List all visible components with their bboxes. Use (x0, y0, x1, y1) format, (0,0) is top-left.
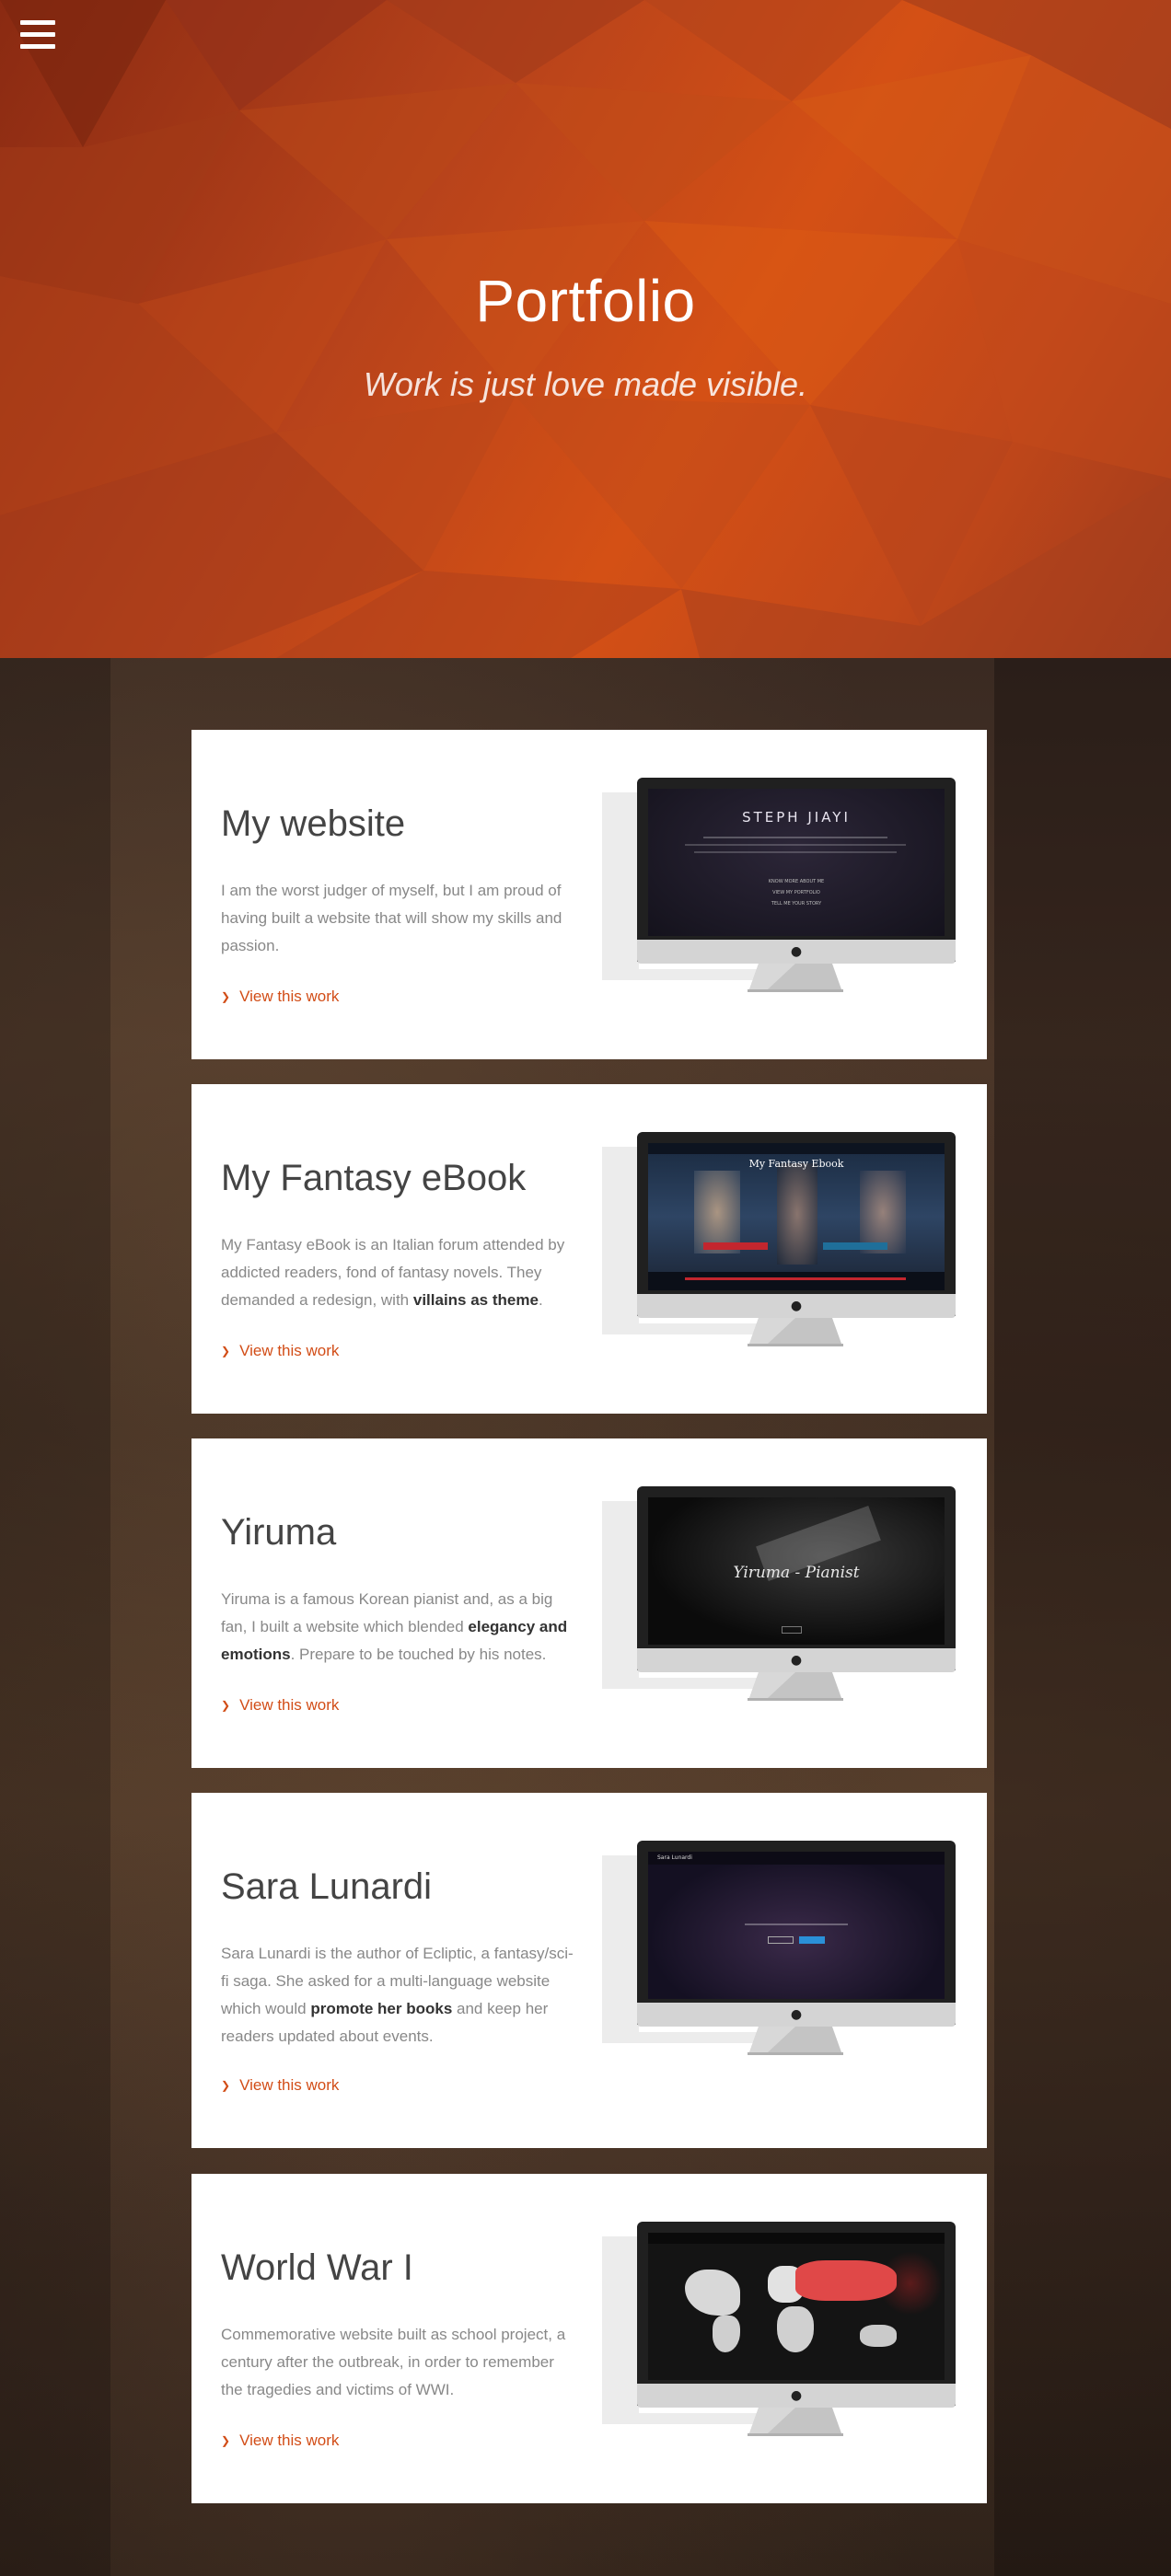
work-card-my-website: My website I am the worst judger of myse… (191, 730, 987, 1059)
view-work-link[interactable]: ❯ View this work (221, 2432, 339, 2450)
view-work-link[interactable]: ❯ View this work (221, 1696, 339, 1715)
work-card-my-fantasy-ebook: My Fantasy eBook My Fantasy eBook is an … (191, 1084, 987, 1414)
screen-heading: Sara Lunardi (657, 1854, 692, 1861)
screen-heading: My Fantasy Ebook (748, 1158, 844, 1170)
view-work-label: View this work (239, 2432, 340, 2449)
view-work-label: View this work (239, 1696, 340, 1714)
imac-mockup: STEPH JIAYI KNOW MORE ABOUT ME VIEW MY P… (602, 778, 956, 1000)
imac-mockup: Sara Lunardi ● (602, 1841, 956, 2063)
screen-item: VIEW MY PORTFOLIO (772, 890, 820, 895)
screen-preview: STEPH JIAYI KNOW MORE ABOUT ME VIEW MY P… (648, 789, 945, 936)
work-title: Sara Lunardi (221, 1866, 433, 1907)
apple-logo-icon: ● (790, 1299, 803, 1313)
apple-logo-icon: ● (790, 1653, 803, 1668)
imac-mockup: Yiruma - Pianist ● (602, 1486, 956, 1709)
work-card-sara-lunardi: Sara Lunardi Sara Lunardi is the author … (191, 1793, 987, 2148)
view-work-link[interactable]: ❯ View this work (221, 1342, 339, 1360)
page-title: Portfolio (475, 268, 696, 334)
work-title: My Fantasy eBook (221, 1158, 527, 1198)
screen-preview: My Fantasy Ebook (648, 1143, 945, 1290)
view-work-label: View this work (239, 1342, 340, 1359)
chevron-right-icon: ❯ (221, 990, 231, 1003)
work-description: Sara Lunardi is the author of Ecliptic, … (221, 1945, 574, 2045)
work-description: Yiruma is a famous Korean pianist and, a… (221, 1590, 568, 1663)
imac-mockup: My Fantasy Ebook ● (602, 1132, 956, 1355)
screen-item: KNOW MORE ABOUT ME (768, 879, 825, 884)
hamburger-icon[interactable] (20, 20, 55, 50)
screen-preview: Yiruma - Pianist (648, 1497, 945, 1645)
screen-preview (648, 2233, 945, 2380)
apple-logo-icon: ● (790, 2007, 803, 2022)
screen-heading: STEPH JIAYI (742, 809, 851, 826)
chevron-right-icon: ❯ (221, 1345, 231, 1357)
apple-logo-icon: ● (790, 2388, 803, 2403)
hero-section: Portfolio Work is just love made visible… (0, 0, 1171, 658)
work-description: Commemorative website built as school pr… (221, 2326, 566, 2398)
chevron-right-icon: ❯ (221, 2079, 231, 2092)
work-description: I am the worst judger of myself, but I a… (221, 882, 562, 954)
view-work-label: View this work (239, 988, 340, 1005)
work-title: My website (221, 803, 406, 844)
page-subtitle: Work is just love made visible. (363, 365, 808, 403)
work-title: Yiruma (221, 1512, 337, 1553)
screen-preview: Sara Lunardi (648, 1852, 945, 1999)
view-work-link[interactable]: ❯ View this work (221, 988, 339, 1006)
view-work-label: View this work (239, 2076, 340, 2094)
screen-item: TELL ME YOUR STORY (771, 901, 822, 907)
work-title: World War I (221, 2247, 413, 2288)
view-work-link[interactable]: ❯ View this work (221, 2076, 339, 2095)
work-description: My Fantasy eBook is an Italian forum att… (221, 1236, 565, 1309)
chevron-right-icon: ❯ (221, 2434, 231, 2447)
work-card-world-war-i: World War I Commemorative website built … (191, 2174, 987, 2503)
work-card-yiruma: Yiruma Yiruma is a famous Korean pianist… (191, 1438, 987, 1768)
chevron-right-icon: ❯ (221, 1699, 231, 1712)
screen-heading: Yiruma - Pianist (733, 1564, 860, 1582)
apple-logo-icon: ● (790, 944, 803, 959)
imac-mockup: ● (602, 2222, 956, 2444)
